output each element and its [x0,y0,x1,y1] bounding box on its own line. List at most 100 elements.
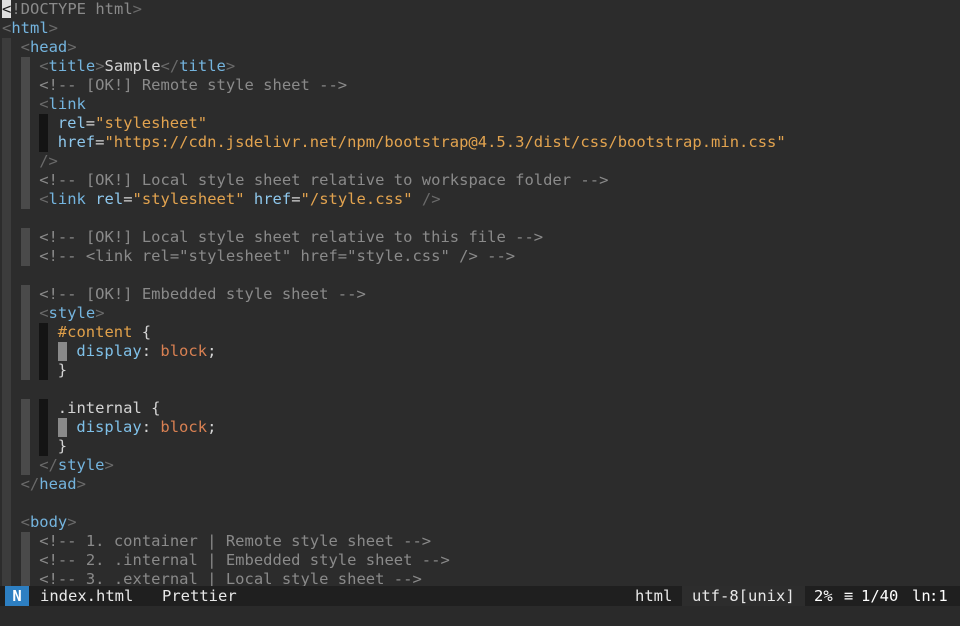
indent-guide [39,323,48,342]
indent-guide [39,361,48,380]
code-token-str: "stylesheet" [95,114,207,132]
code-token-tag: link [49,190,86,208]
code-line[interactable]: <!-- <link rel="stylesheet" href="style.… [0,247,960,266]
code-token-bracket: > [105,456,114,474]
indent-guide [39,342,48,361]
code-line[interactable]: <!-- 3. .external | Local style sheet --… [0,570,960,586]
indent-guide [21,57,30,76]
code-line[interactable]: <!-- 2. .internal | Embedded style sheet… [0,551,960,570]
code-line[interactable]: #content { [0,323,960,342]
indent-guide [21,304,30,323]
indent-guide [21,285,30,304]
code-line[interactable]: <body> [0,513,960,532]
indent-guide [2,513,11,532]
code-line[interactable]: </head> [0,475,960,494]
code-token-attr: rel [58,114,86,132]
code-line[interactable]: display: block; [0,418,960,437]
indent-guide [2,304,11,323]
code-line[interactable] [0,494,960,513]
indent-guide [21,570,30,586]
indent-guide [21,76,30,95]
code-token-bracket: < [39,190,48,208]
indent-guide [39,437,48,456]
code-token-comment: !DOCTYPE html [11,0,132,18]
code-token-str: "/style.css" [301,190,413,208]
code-line[interactable] [0,266,960,285]
code-token-plain [413,190,422,208]
code-token-plain: Sample [105,57,161,75]
code-token-plain: } [58,361,67,379]
code-line[interactable]: <!-- [OK!] Local style sheet relative to… [0,171,960,190]
indent-guide [21,95,30,114]
code-token-attr: rel [95,190,123,208]
code-token-bracket: < [2,19,11,37]
code-token-bracket: > [133,0,142,18]
code-line[interactable] [0,209,960,228]
code-token-bracket: > [49,19,58,37]
indent-guide [58,342,67,361]
code-line[interactable]: <!-- [OK!] Remote style sheet --> [0,76,960,95]
code-token-bracket: < [21,513,30,531]
status-percent: 2% [814,586,833,606]
indent-guide [2,437,11,456]
code-line[interactable]: } [0,437,960,456]
code-token-bracket: > [67,38,76,56]
code-token-bracket: < [39,95,48,113]
code-line[interactable]: <head> [0,38,960,57]
code-token-attr: href [58,133,95,151]
indent-guide [21,456,30,475]
code-line[interactable]: <!-- 1. container | Remote style sheet -… [0,532,960,551]
status-formatter: Prettier [162,586,237,606]
indent-guide [2,380,11,399]
indent-guide [2,247,11,266]
code-token-cssval: block [160,342,207,360]
indent-guide [21,190,30,209]
code-line[interactable]: <link [0,95,960,114]
line-icon: ≡ [844,586,853,606]
indent-guide [2,323,11,342]
code-line[interactable]: <title>Sample</title> [0,57,960,76]
code-editor[interactable]: <!DOCTYPE html><html><head><title>Sample… [0,0,960,586]
code-token-bracket: > [95,57,104,75]
code-line[interactable]: <html> [0,19,960,38]
indent-guide [21,532,30,551]
code-token-comment: <!-- 1. container | Remote style sheet -… [39,532,431,550]
indent-guide [2,152,11,171]
code-line[interactable]: <!-- [OK!] Local style sheet relative to… [0,228,960,247]
indent-guide [39,418,48,437]
code-token-plain: : [142,418,161,436]
indent-guide [2,456,11,475]
indent-guide [2,171,11,190]
code-token-comment: <!-- [OK!] Remote style sheet --> [39,76,347,94]
code-token-bracket: /> [39,152,58,170]
indent-guide [21,323,30,342]
indent-guide [21,133,30,152]
indent-guide [21,342,30,361]
code-line[interactable]: .internal { [0,399,960,418]
code-line[interactable]: <!DOCTYPE html> [0,0,960,19]
code-line[interactable]: <!-- [OK!] Embedded style sheet --> [0,285,960,304]
code-line[interactable]: display: block; [0,342,960,361]
indent-guide [2,418,11,437]
mode-indicator: N [5,586,29,606]
code-line[interactable]: </style> [0,456,960,475]
code-line[interactable]: } [0,361,960,380]
code-token-plain: = [123,190,132,208]
code-line[interactable]: <style> [0,304,960,323]
indent-guide [21,247,30,266]
code-line[interactable]: rel="stylesheet" [0,114,960,133]
code-token-plain: { [132,323,151,341]
indent-guide [21,437,30,456]
status-encoding: utf-8[unix] [682,586,805,606]
code-line[interactable] [0,380,960,399]
indent-guide [2,209,11,228]
code-line[interactable]: href="https://cdn.jsdelivr.net/npm/boots… [0,133,960,152]
command-line[interactable] [0,606,960,626]
code-line[interactable]: <link rel="stylesheet" href="/style.css"… [0,190,960,209]
code-token-comment: <!-- <link rel="stylesheet" href="style.… [39,247,515,265]
code-token-tag: body [30,513,67,531]
code-token-bracket: > [95,304,104,322]
indent-guide [39,399,48,418]
indent-guide [39,133,48,152]
code-line[interactable]: /> [0,152,960,171]
